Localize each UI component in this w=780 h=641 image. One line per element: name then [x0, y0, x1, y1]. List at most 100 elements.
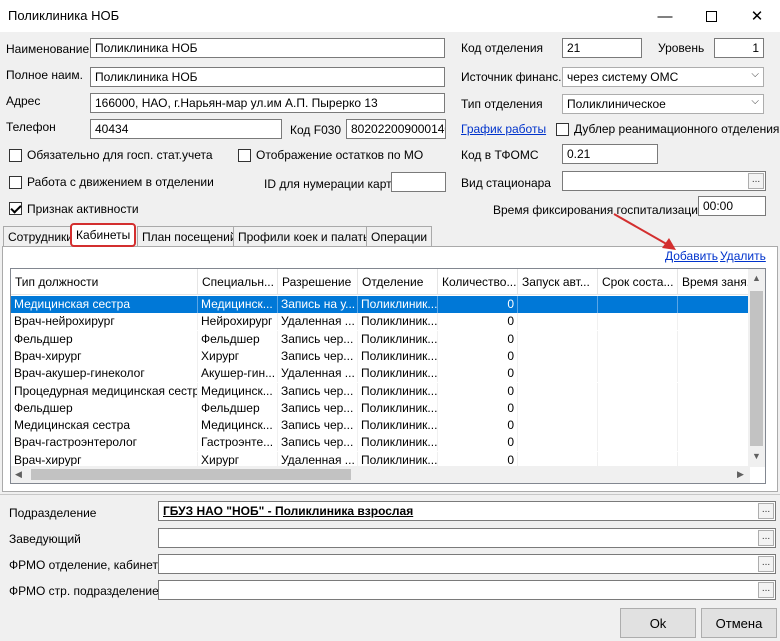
table-cell: Хирург — [198, 347, 278, 365]
column-header[interactable]: Количество... — [438, 269, 518, 295]
close-button[interactable]: ✕ — [734, 0, 780, 32]
phone-field[interactable]: 40434 — [90, 119, 282, 139]
table-cell — [518, 399, 598, 417]
ellipsis-icon[interactable]: ... — [758, 582, 774, 598]
scroll-thumb[interactable] — [750, 291, 763, 446]
close-icon: ✕ — [750, 8, 764, 25]
address-label: Адрес — [6, 94, 41, 108]
name-field[interactable]: Поликлиника НОБ — [90, 38, 445, 58]
table-row[interactable]: Врач-гастроэнтеролог Гастроэнте... Запись … — [11, 434, 750, 452]
add-link[interactable]: Добавить — [665, 249, 718, 263]
table-cell — [598, 399, 678, 417]
table-row[interactable]: Врач-нейрохирург Нейрохирург Удаленная ...… — [11, 313, 750, 331]
fullname-field[interactable]: Поликлиника НОБ — [90, 67, 445, 87]
subdiv-field[interactable]: ГБУЗ НАО "НОБ" - Поликлиника взрослая ..… — [158, 501, 776, 521]
tfoms-field[interactable]: 0.21 — [562, 144, 658, 164]
table-cell — [678, 313, 750, 331]
table-row[interactable]: Процедурная медицинская сестра Медицинск.… — [11, 382, 750, 400]
delete-link[interactable]: Удалить — [720, 249, 766, 263]
cancel-button[interactable]: Отмена — [701, 608, 777, 638]
table-cell: Процедурная медицинская сестра — [11, 382, 198, 400]
table-cell — [598, 434, 678, 452]
finance-select[interactable]: через систему ОМС ⌵ — [562, 67, 764, 87]
remains-checkbox[interactable] — [238, 149, 251, 162]
table-cell: 0 — [438, 399, 518, 417]
maximize-button[interactable] — [688, 0, 734, 32]
table-cell — [598, 382, 678, 400]
frmo-dept-field[interactable]: ... — [158, 554, 776, 574]
address-field[interactable]: 166000, НАО, г.Нарьян-мар ул.им А.П. Пыр… — [90, 93, 445, 113]
mandatory-checkbox[interactable] — [9, 149, 22, 162]
f030-field[interactable]: 80202200900014030 — [346, 119, 446, 139]
table-cell — [518, 417, 598, 435]
tab-bed-profiles[interactable]: Профили коек и палаты — [233, 226, 377, 246]
table-cell: 0 — [438, 434, 518, 452]
tab-operations[interactable]: Операции — [366, 226, 433, 246]
arrow-down-icon[interactable]: ▼ — [752, 451, 761, 461]
table-cell: Запись чер... — [278, 382, 358, 400]
table-cell — [678, 399, 750, 417]
horizontal-scrollbar[interactable]: ◀ ▶ — [11, 466, 750, 483]
dept-code-label: Код отделения — [461, 41, 544, 55]
active-label: Признак активности — [27, 202, 139, 216]
arrow-right-icon[interactable]: ▶ — [737, 469, 744, 480]
level-field[interactable]: 1 — [714, 38, 764, 58]
arrow-up-icon[interactable]: ▲ — [752, 273, 761, 283]
table-cell: Медицинская сестра — [11, 417, 198, 435]
table-cell: Удаленная ... — [278, 365, 358, 383]
movement-checkbox[interactable] — [9, 176, 22, 189]
column-header[interactable]: Специальн... — [198, 269, 278, 295]
column-header[interactable]: Запуск авт... — [518, 269, 598, 295]
table-cell: 0 — [438, 382, 518, 400]
table-row[interactable]: Врач-хирург Хирург Запись чер... Поликлиник… — [11, 347, 750, 365]
table-cell: 0 — [438, 296, 518, 313]
minimize-button[interactable]: — — [642, 0, 688, 32]
card-id-field[interactable] — [391, 172, 446, 192]
dept-type-select[interactable]: Поликлиническое ⌵ — [562, 94, 764, 114]
tab-visit-plan[interactable]: План посещений — [137, 226, 242, 246]
table-row[interactable]: Фельдшер Фельдшер Запись чер... Поликлиник.… — [11, 399, 750, 417]
table-row[interactable]: Врач-акушер-гинеколог Акушер-гин... Удален… — [11, 365, 750, 383]
table-cell — [678, 434, 750, 452]
head-field[interactable]: ... — [158, 528, 776, 548]
maximize-icon — [705, 10, 717, 22]
table-cell: Фельдшер — [198, 399, 278, 417]
arrow-left-icon[interactable]: ◀ — [15, 469, 22, 480]
scroll-thumb[interactable] — [31, 469, 351, 480]
ellipsis-icon[interactable]: ... — [758, 503, 774, 519]
phone-label: Телефон — [6, 120, 56, 134]
dept-code-field[interactable]: 21 — [562, 38, 642, 58]
ok-button[interactable]: Ok — [620, 608, 696, 638]
table-row[interactable]: Медицинская сестра Медицинск... Запись чер… — [11, 417, 750, 435]
table-row[interactable]: Фельдшер Фельдшер Запись чер... Поликлиник.… — [11, 330, 750, 348]
rean-label: Дублер реанимационного отделения — [574, 122, 780, 136]
frmo-sub-label: ФРМО стр. подразделение — [9, 584, 159, 598]
table-cell — [518, 382, 598, 400]
tab-employees[interactable]: Сотрудники — [3, 226, 78, 246]
column-header[interactable]: Срок соста... — [598, 269, 678, 295]
ellipsis-icon[interactable]: ... — [758, 530, 774, 546]
table-cell: Поликлиник... — [358, 382, 438, 400]
table-cell: Поликлиник... — [358, 313, 438, 331]
vertical-scrollbar[interactable]: ▲ ▼ — [748, 269, 765, 467]
column-header[interactable]: Тип должности — [11, 269, 198, 295]
column-header[interactable]: Разрешение — [278, 269, 358, 295]
column-header[interactable]: Время заня... — [678, 269, 750, 295]
active-checkbox[interactable] — [9, 202, 22, 215]
tab-rooms[interactable]: Кабинеты — [70, 223, 137, 247]
schedule-link[interactable]: График работы — [461, 122, 546, 136]
rean-checkbox[interactable] — [556, 123, 569, 136]
ellipsis-icon[interactable]: ... — [758, 556, 774, 572]
hosp-time-field[interactable]: 00:00 — [698, 196, 766, 216]
ellipsis-icon[interactable]: ... — [748, 173, 764, 189]
table-cell: Поликлиник... — [358, 365, 438, 383]
table-cell — [678, 347, 750, 365]
mandatory-label: Обязательно для госп. стат.учета — [27, 148, 213, 162]
table-cell: Медицинск... — [198, 382, 278, 400]
table-cell: Удаленная ... — [278, 313, 358, 331]
frmo-sub-field[interactable]: ... — [158, 580, 776, 600]
column-header[interactable]: Отделение — [358, 269, 438, 295]
stac-field[interactable]: ... — [562, 171, 766, 191]
chevron-down-icon: ⌵ — [751, 69, 759, 80]
table-row[interactable]: Медицинская сестра Медицинск... Запись на … — [11, 296, 750, 313]
